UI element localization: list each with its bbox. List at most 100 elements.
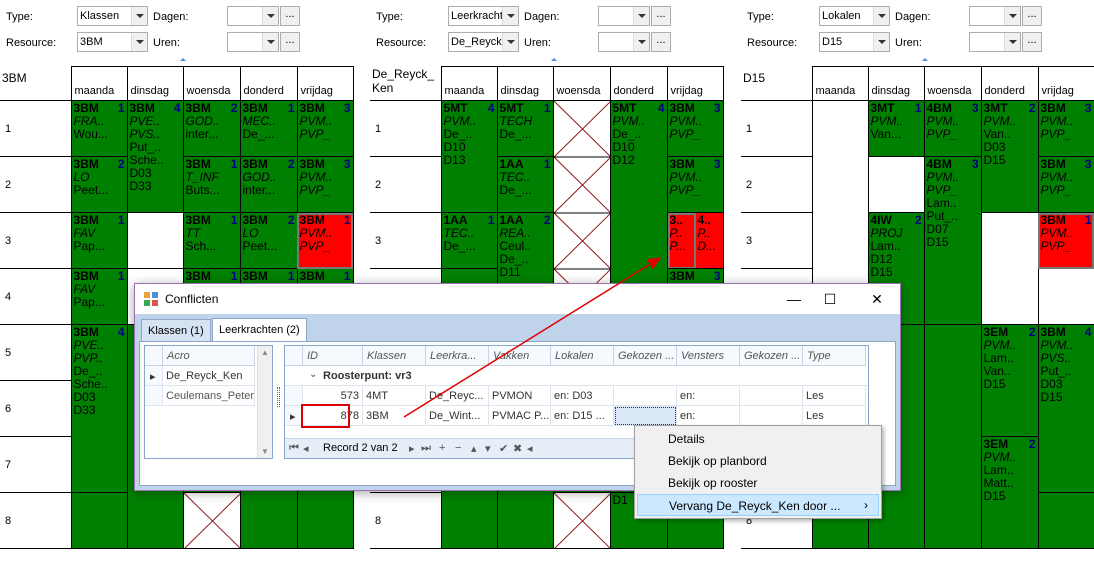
- column-header-acro[interactable]: Acro: [163, 346, 255, 366]
- chevron-down-icon[interactable]: [633, 33, 649, 51]
- split-conflict-cell[interactable]: 3.. P.. P... 4.. P.. D...: [666, 212, 724, 269]
- lesson-cell[interactable]: 3BM 2 LO Peet...: [239, 212, 298, 269]
- conflict-lesson-cell[interactable]: 3.. P.. P...: [668, 213, 696, 268]
- delete-record-icon[interactable]: −: [455, 442, 461, 454]
- next-record-icon[interactable]: ▸: [409, 442, 415, 455]
- row-indicator[interactable]: ▸: [145, 366, 163, 386]
- uren-combo[interactable]: [227, 32, 279, 52]
- save-record-icon[interactable]: ✔: [499, 442, 508, 455]
- move-down-icon[interactable]: ▾: [485, 442, 491, 455]
- lesson-cell[interactable]: 3BM 1 MEC.. De_...: [239, 100, 298, 157]
- lesson-cell[interactable]: 3BM 2 GOD.. inter...: [239, 156, 298, 213]
- chevron-down-icon[interactable]: [1004, 33, 1020, 51]
- chevron-down-icon[interactable]: [262, 7, 278, 25]
- scroll-left-icon[interactable]: ◂: [527, 442, 533, 455]
- type-combo[interactable]: Leerkracht: [448, 6, 519, 26]
- dagen-combo[interactable]: [227, 6, 279, 26]
- group-row[interactable]: ⌄ Roosterpunt: vr3: [285, 366, 868, 386]
- uren-ellipsis-button[interactable]: ...: [280, 32, 300, 52]
- splitter-handle[interactable]: [277, 387, 280, 407]
- table-cell[interactable]: en: D03: [551, 386, 614, 406]
- dagen-combo[interactable]: [969, 6, 1021, 26]
- lesson-cell[interactable]: 3BM 1 FAV Pap...: [70, 268, 128, 325]
- blocked-cell[interactable]: [182, 492, 241, 549]
- row-indicator[interactable]: [145, 386, 163, 406]
- menu-item-view-planbord[interactable]: Bekijk op planbord: [637, 450, 879, 472]
- splitter-handle[interactable]: [922, 58, 928, 61]
- uren-ellipsis-button[interactable]: ...: [1022, 32, 1042, 52]
- dagen-ellipsis-button[interactable]: ...: [280, 6, 300, 26]
- add-record-icon[interactable]: +: [439, 442, 445, 454]
- lesson-cell[interactable]: 3BM 3 PVM.. PVP_: [1037, 156, 1094, 213]
- chevron-down-icon[interactable]: [262, 33, 278, 51]
- splitter-handle[interactable]: [551, 58, 557, 61]
- empty-cell[interactable]: [1037, 268, 1094, 325]
- table-cell[interactable]: 573: [303, 386, 363, 406]
- lesson-cell[interactable]: 3MT 2 PVM.. Van.. D03 D15: [980, 100, 1039, 213]
- maximize-icon[interactable]: ☐: [815, 288, 845, 310]
- column-header[interactable]: Lokalen: [551, 346, 614, 366]
- table-cell[interactable]: De_Reyc...: [426, 386, 489, 406]
- lesson-cell[interactable]: 3BM 1 FAV Pap...: [70, 212, 128, 269]
- lesson-cell[interactable]: 3MT 1 PVM.. Van...: [867, 100, 925, 157]
- conflict-lesson-cell[interactable]: 4.. P.. D...: [695, 213, 722, 268]
- column-header[interactable]: Leerkra...: [426, 346, 489, 366]
- move-up-icon[interactable]: ▴: [471, 442, 477, 455]
- tab-klassen[interactable]: Klassen (1): [141, 319, 211, 341]
- lesson-cell[interactable]: 5MT 4 PVM.. De_.. D10 D13: [440, 100, 498, 213]
- splitter-handle[interactable]: [180, 58, 186, 61]
- lesson-cell[interactable]: 3BM 3 PVM.. PVP_: [1037, 100, 1094, 157]
- table-cell[interactable]: en: D15 ...: [551, 406, 614, 426]
- empty-cell[interactable]: [867, 156, 925, 213]
- lesson-cell[interactable]: 3BM 1 TT Sch...: [182, 212, 241, 269]
- dialog-titlebar[interactable]: Conflicten — ☐ ✕: [135, 284, 900, 314]
- lesson-cell[interactable]: 3BM 1 T_INF Buts...: [182, 156, 241, 213]
- table-cell[interactable]: Les: [803, 406, 866, 426]
- table-cell-focused[interactable]: [614, 406, 677, 426]
- menu-item-replace-teacher[interactable]: Vervang De_Reyck_Ken door ... ›: [637, 494, 879, 516]
- table-cell[interactable]: en:: [677, 386, 740, 406]
- scrollbar[interactable]: ▲ ▼: [257, 346, 272, 458]
- lesson-cell[interactable]: 3BM 3 PVM.. PVP_: [296, 156, 354, 213]
- lesson-cell[interactable]: [70, 492, 128, 549]
- resource-combo[interactable]: D15: [819, 32, 890, 52]
- lesson-cell[interactable]: [923, 324, 982, 549]
- column-header[interactable]: Vensters: [677, 346, 740, 366]
- type-combo[interactable]: Klassen: [77, 6, 148, 26]
- table-cell[interactable]: [740, 386, 803, 406]
- lesson-cell[interactable]: 3BM 3 PVM.. PVP_: [666, 156, 724, 213]
- menu-item-view-rooster[interactable]: Bekijk op rooster: [637, 472, 879, 494]
- table-cell[interactable]: De_Wint...: [426, 406, 489, 426]
- lesson-cell[interactable]: 3BM 1 FRA.. Wou...: [70, 100, 128, 157]
- lesson-cell[interactable]: 3EM 2 PVM.. Lam.. Van.. D15: [980, 324, 1039, 437]
- lesson-cell[interactable]: 3BM 4 PVM.. PVS.. Put_.. D03 D15: [1037, 324, 1094, 493]
- close-icon[interactable]: ✕: [862, 288, 892, 310]
- uren-combo[interactable]: [969, 32, 1021, 52]
- tab-leerkrachten[interactable]: Leerkrachten (2): [212, 318, 307, 342]
- column-header[interactable]: Klassen: [363, 346, 426, 366]
- chevron-down-icon[interactable]: [1004, 7, 1020, 25]
- column-header[interactable]: Gekozen ...: [614, 346, 677, 366]
- conflict-lesson-cell[interactable]: 3BM 1 PVM.. PVP_: [296, 212, 354, 269]
- conflict-lesson-cell[interactable]: 3BM 1 PVM.. PVP_: [1037, 212, 1094, 269]
- uren-combo[interactable]: [598, 32, 650, 52]
- lesson-cell[interactable]: 3BM 2 LO Peet...: [70, 156, 128, 213]
- empty-cell[interactable]: [126, 212, 184, 269]
- chevron-down-icon[interactable]: [502, 7, 518, 25]
- lesson-cell[interactable]: 3BM 4 PVE.. PVP.. De_.. Sche.. D03 D33: [70, 324, 128, 493]
- lesson-cell[interactable]: [1037, 492, 1094, 549]
- chevron-down-icon[interactable]: [131, 7, 147, 25]
- blocked-cell[interactable]: [552, 492, 611, 549]
- table-cell[interactable]: PVMON: [489, 386, 551, 406]
- dagen-ellipsis-button[interactable]: ...: [651, 6, 671, 26]
- table-cell[interactable]: [614, 386, 677, 406]
- column-header[interactable]: ID: [303, 346, 363, 366]
- column-header[interactable]: Gekozen ...: [740, 346, 803, 366]
- row-indicator[interactable]: [285, 386, 303, 406]
- list-item[interactable]: De_Reyck_Ken: [163, 366, 255, 386]
- lesson-cell[interactable]: 4BM 3 PVM.. PVP_: [923, 100, 982, 157]
- table-cell[interactable]: PVMAC P...: [489, 406, 551, 426]
- lesson-cell[interactable]: 1AA 1 TEC.. De_...: [440, 212, 498, 269]
- menu-item-details[interactable]: Details: [637, 428, 879, 450]
- lesson-cell[interactable]: 3BM 3 PVM.. PVP_: [296, 100, 354, 157]
